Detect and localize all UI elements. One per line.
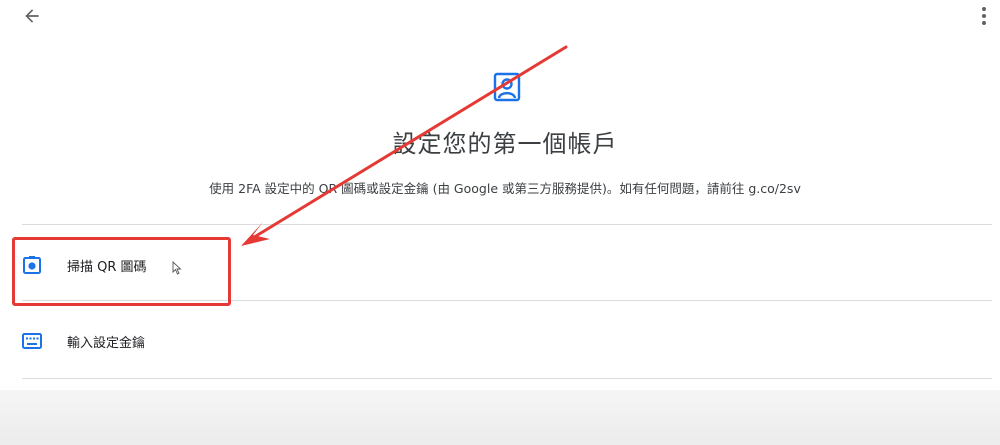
divider [22, 300, 992, 301]
scan-qr-label: 掃描 QR 圖碼 [67, 259, 147, 275]
mouse-cursor-icon [172, 261, 182, 275]
arrow-back-icon [25, 9, 39, 23]
more-options-button[interactable] [972, 2, 996, 30]
scan-qr-option[interactable]: 掃描 QR 圖碼 [14, 228, 992, 302]
page-subtitle: 使用 2FA 設定中的 QR 圖碼或設定金鑰 (由 Google 或第三方服務提… [209, 181, 801, 196]
back-button[interactable] [18, 2, 46, 30]
bottom-band [0, 390, 1000, 445]
enter-key-option[interactable]: 輸入設定金鑰 [14, 304, 992, 378]
page-title: 設定您的第一個帳戶 [392, 130, 618, 158]
more-vert-icon [982, 7, 986, 25]
divider [22, 378, 992, 379]
setup-page: 設定您的第一個帳戶 使用 2FA 設定中的 QR 圖碼或設定金鑰 (由 Goog… [0, 0, 1000, 445]
enter-key-label: 輸入設定金鑰 [67, 335, 146, 351]
keyboard-icon [21, 330, 43, 352]
account-box-icon [493, 72, 521, 102]
camera-icon [21, 254, 43, 276]
divider [22, 224, 992, 225]
